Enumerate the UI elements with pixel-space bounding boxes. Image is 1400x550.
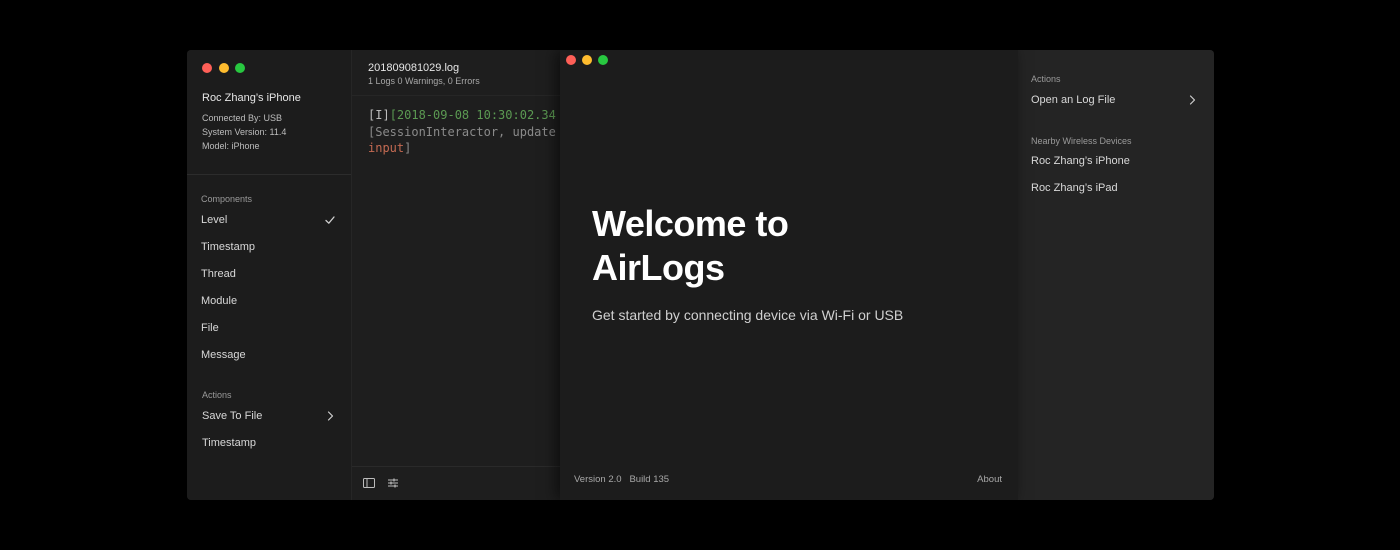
component-item-thread[interactable]: Thread — [187, 264, 351, 286]
component-item-message[interactable]: Message — [187, 345, 351, 367]
close-window-button[interactable] — [566, 55, 576, 65]
action-label: Save To File — [202, 410, 263, 422]
component-label: Module — [201, 295, 238, 307]
timestamp-action-button[interactable]: Timestamp — [187, 433, 351, 455]
component-label: Thread — [201, 268, 236, 280]
action-label: Timestamp — [202, 437, 256, 449]
nearby-devices-header: Nearby Wireless Devices — [1031, 136, 1132, 146]
right-actions-panel: Actions Open an Log File Nearby Wireless… — [1018, 50, 1214, 500]
chevron-right-icon — [323, 409, 337, 423]
zoom-window-button[interactable] — [598, 55, 608, 65]
component-label: Message — [201, 349, 246, 361]
component-label: Level — [201, 214, 228, 226]
sidebar-divider — [187, 174, 351, 175]
action-label: Open an Log File — [1031, 94, 1116, 106]
zoom-window-button[interactable] — [235, 63, 245, 73]
log-source: [SessionInteractor, update — [368, 124, 556, 139]
device-label: Roc Zhang’s iPad — [1031, 182, 1118, 194]
log-timestamp: [2018-09-08 10:30:02.34 — [389, 108, 556, 122]
device-sidebar: Roc Zhang’s iPhone Connected By: USB Sys… — [187, 50, 352, 500]
nearby-device-ipad[interactable]: Roc Zhang’s iPad — [1018, 178, 1214, 200]
minimize-window-button[interactable] — [219, 63, 229, 73]
log-pane: 201809081029.log 1 Logs 0 Warnings, 0 Er… — [352, 50, 562, 500]
sidebar-actions-header: Actions — [202, 390, 232, 400]
log-summary: 1 Logs 0 Warnings, 0 Errors — [368, 76, 480, 86]
device-system-version: System Version: 11.4 — [202, 127, 287, 137]
version-info: Version 2.0 Build 135 — [574, 474, 670, 485]
component-item-module[interactable]: Module — [187, 291, 351, 313]
component-item-level[interactable]: Level — [187, 210, 351, 232]
nearby-device-iphone[interactable]: Roc Zhang’s iPhone — [1018, 151, 1214, 173]
panel-actions-header: Actions — [1031, 74, 1061, 84]
component-label: File — [201, 322, 219, 334]
component-label: Timestamp — [201, 241, 255, 253]
log-entry[interactable]: [I][2018-09-08 10:30:02.34 [SessionInter… — [368, 107, 556, 157]
welcome-title: Welcome to AirLogs — [592, 203, 789, 288]
component-item-file[interactable]: File — [187, 318, 351, 340]
log-header-divider — [352, 95, 562, 96]
device-name: Roc Zhang’s iPhone — [202, 92, 301, 104]
open-log-file-button[interactable]: Open an Log File — [1018, 90, 1214, 112]
chevron-right-icon — [1185, 93, 1199, 107]
checkmark-icon — [323, 213, 337, 227]
device-label: Roc Zhang’s iPhone — [1031, 155, 1130, 167]
welcome-window: Welcome to AirLogs Get started by connec… — [560, 50, 1018, 500]
component-item-timestamp[interactable]: Timestamp — [187, 237, 351, 259]
device-model: Model: iPhone — [202, 141, 260, 151]
welcome-subtitle: Get started by connecting device via Wi-… — [592, 307, 904, 323]
close-window-button[interactable] — [202, 63, 212, 73]
save-to-file-button[interactable]: Save To File — [187, 406, 351, 428]
components-header: Components — [201, 194, 253, 204]
log-filename: 201809081029.log — [368, 62, 460, 74]
device-connection: Connected By: USB — [202, 113, 283, 123]
filter-sliders-icon[interactable] — [386, 476, 400, 490]
about-link[interactable]: About — [977, 474, 1002, 485]
log-closing-bracket: ] — [404, 141, 412, 155]
sidebar-toggle-icon[interactable] — [362, 476, 376, 490]
log-footer-divider — [352, 466, 562, 467]
log-level: [I] — [368, 108, 390, 122]
minimize-window-button[interactable] — [582, 55, 592, 65]
log-message: input — [368, 141, 405, 155]
